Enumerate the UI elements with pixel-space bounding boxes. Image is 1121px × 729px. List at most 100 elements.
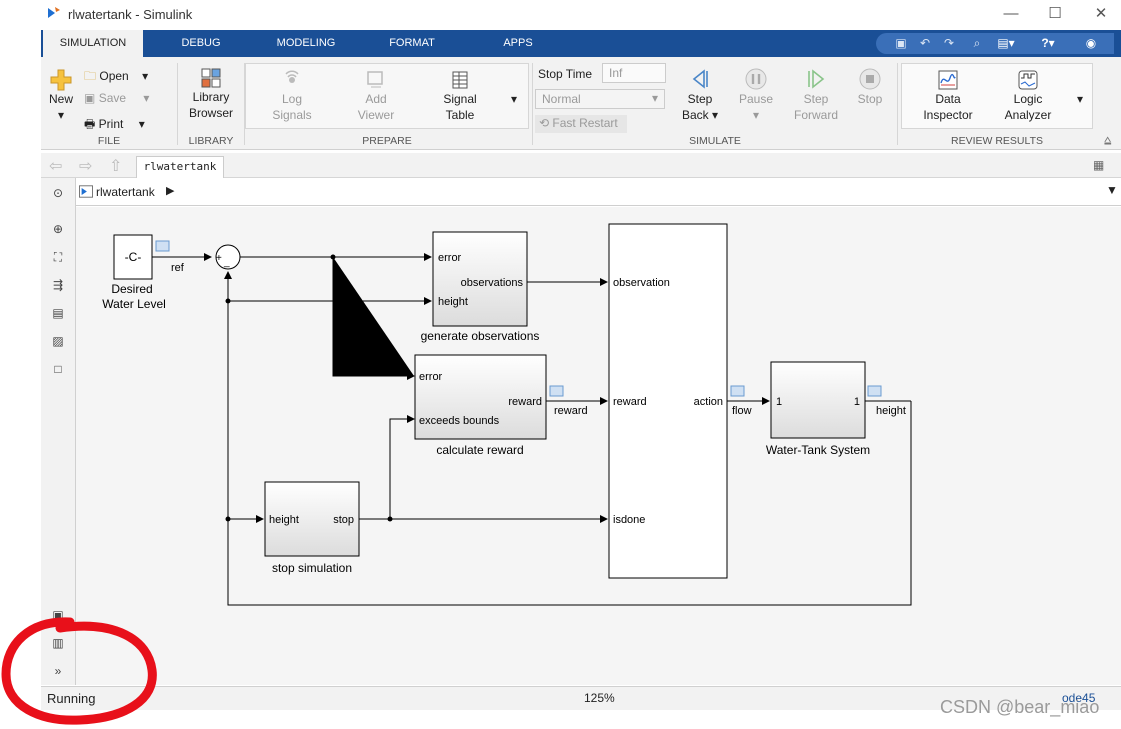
- tab-debug[interactable]: DEBUG: [166, 30, 236, 57]
- step-forward-label-2: Forward: [793, 108, 838, 122]
- annotation-icon[interactable]: ▤: [49, 306, 67, 322]
- step-forward-button[interactable]: Step Forward: [787, 67, 845, 123]
- signal-viewer-icon: [867, 385, 882, 397]
- window-title: rlwatertank - Simulink: [68, 7, 193, 22]
- print-label: Print: [98, 117, 124, 131]
- fast-restart-button[interactable]: ⟲ Fast Restart: [535, 115, 627, 133]
- image-icon[interactable]: ▨: [49, 334, 67, 350]
- print-button[interactable]: 🖶 Print ▾: [84, 115, 164, 136]
- printer-icon: 🖶: [84, 117, 96, 131]
- step-back-button[interactable]: Step Back ▾: [675, 67, 725, 123]
- gen-obs-out: observations: [461, 277, 524, 289]
- logic-analyzer-button[interactable]: Logic Analyzer: [997, 69, 1059, 123]
- gallery-expand-icon[interactable]: ▾: [511, 92, 525, 106]
- fit-to-view-icon[interactable]: ⛶: [49, 250, 67, 266]
- arrow-right-icon[interactable]: ⇶: [49, 278, 67, 294]
- save-button[interactable]: ▣ Save ▾: [84, 91, 164, 105]
- simulation-mode-select[interactable]: Normal ▾: [535, 89, 665, 109]
- tab-format[interactable]: FORMAT: [376, 30, 448, 57]
- divider: [177, 63, 178, 145]
- step-back-label-1: Step: [687, 92, 713, 106]
- model-canvas[interactable]: -C- Desired Water Level ref + _ error ob…: [76, 207, 1121, 685]
- water-tank-block[interactable]: 1 1: [770, 361, 866, 439]
- new-button[interactable]: New ▾: [47, 69, 75, 123]
- save-icon[interactable]: ▣: [892, 33, 910, 54]
- constant-block[interactable]: -C-: [113, 234, 153, 280]
- agent-in-observation: observation: [613, 277, 670, 289]
- area-icon[interactable]: □: [49, 362, 67, 378]
- zoom-level[interactable]: 125%: [584, 691, 615, 705]
- hide-browser-icon[interactable]: ⊙: [49, 186, 67, 202]
- watermark: CSDN @bear_miao: [940, 697, 1100, 717]
- constant-name-2: Water Level: [102, 297, 166, 311]
- open-button[interactable]: 🗀 Open ▾: [84, 67, 164, 88]
- help-icon[interactable]: ?▾: [1034, 33, 1062, 54]
- library-label-2: Browser: [188, 106, 233, 120]
- zoom-icon[interactable]: ⊕: [49, 222, 67, 238]
- agent-in-isdone: isdone: [613, 514, 645, 526]
- signal-label-2: Table: [445, 108, 475, 122]
- constant-value: -C-: [125, 250, 142, 264]
- agent-in-reward: reward: [613, 396, 647, 408]
- stop-button[interactable]: Stop: [849, 67, 891, 107]
- back-arrow-icon[interactable]: ⇦: [49, 156, 62, 176]
- data-inspector-button[interactable]: Data Inspector: [917, 69, 979, 123]
- height-signal-label: height: [876, 405, 906, 417]
- keyboard-icon[interactable]: ▦: [1093, 158, 1104, 172]
- library-label-1: Library: [192, 90, 230, 104]
- logic-analyzer-label-2: Analyzer: [1004, 108, 1052, 122]
- redo-icon[interactable]: ↷: [940, 33, 958, 54]
- log-signals-button[interactable]: Log Signals: [263, 69, 321, 123]
- library-browser-button[interactable]: Library Browser: [182, 67, 240, 121]
- save-label: Save: [98, 91, 127, 105]
- stop-label: Stop: [857, 92, 883, 106]
- tab-modeling[interactable]: MODELING: [266, 30, 346, 57]
- stop-simulation-block[interactable]: height stop: [264, 481, 360, 557]
- model-document-tab[interactable]: rlwatertank: [136, 156, 224, 178]
- divider: [532, 63, 533, 145]
- add-viewer-button[interactable]: Add Viewer: [347, 69, 405, 123]
- left-toolbar: ⊙ ⊕ ⛶ ⇶ ▤ ▨ □ ▣ ▥ »: [41, 178, 76, 685]
- layout-icon[interactable]: ▤▾: [992, 33, 1020, 54]
- breadcrumb-model[interactable]: rlwatertank: [96, 185, 155, 199]
- tank-out: 1: [854, 396, 860, 408]
- up-arrow-icon[interactable]: ⇧: [109, 156, 122, 176]
- tab-simulation[interactable]: SIMULATION: [43, 30, 143, 57]
- folder-icon: 🗀: [84, 69, 97, 83]
- data-inspector-icon: [938, 70, 958, 90]
- step-back-icon: [692, 69, 708, 89]
- step-back-label-2: Back: [681, 108, 709, 122]
- stop-time-input[interactable]: Inf: [602, 63, 666, 83]
- minimize-button[interactable]: —: [996, 4, 1026, 24]
- signal-table-button[interactable]: Signal Table: [431, 69, 489, 123]
- close-button[interactable]: ✕: [1086, 4, 1116, 24]
- sum-block[interactable]: + _: [215, 244, 241, 270]
- signal-viewer-icon: [730, 385, 745, 397]
- undo-icon[interactable]: ↶: [916, 33, 934, 54]
- ribbon: New ▾ 🗀 Open ▾ ▣ Save ▾ 🖶 Print ▾ FILE Li…: [41, 57, 1121, 150]
- sum-plus: +: [216, 253, 222, 264]
- pause-button[interactable]: Pause ▾: [731, 67, 781, 123]
- stop-sim-in: height: [269, 514, 299, 526]
- logic-analyzer-label-1: Logic: [1013, 92, 1043, 106]
- collapse-ribbon-icon[interactable]: ⩠: [1104, 133, 1111, 148]
- breadcrumb-arrow-icon[interactable]: ▶: [166, 184, 174, 197]
- rl-agent-block[interactable]: observation reward isdone action: [608, 223, 728, 579]
- stop-sim-name: stop simulation: [272, 561, 352, 575]
- signal-label-1: Signal: [443, 92, 477, 106]
- calc-rew-in-error: error: [419, 371, 443, 383]
- review-expand-icon[interactable]: ▾: [1077, 92, 1091, 106]
- maximize-button[interactable]: ☐: [1040, 4, 1070, 24]
- signal-viewer-icon: [155, 240, 170, 252]
- search-icon[interactable]: ⌕: [968, 33, 986, 54]
- calculate-reward-block[interactable]: error reward exceeds bounds: [414, 354, 547, 440]
- tab-apps[interactable]: APPS: [488, 30, 548, 57]
- collapse-icon[interactable]: ◉: [1082, 33, 1100, 54]
- add-label-2: Viewer: [357, 108, 395, 122]
- log-label-1: Log: [281, 92, 303, 106]
- breadcrumb-dropdown-icon[interactable]: ▼: [1106, 183, 1118, 197]
- gen-obs-in-height: height: [438, 296, 468, 308]
- forward-arrow-icon[interactable]: ⇨: [79, 156, 92, 176]
- generate-observations-block[interactable]: error observations height: [432, 231, 528, 327]
- tank-name: Water-Tank System: [766, 443, 870, 457]
